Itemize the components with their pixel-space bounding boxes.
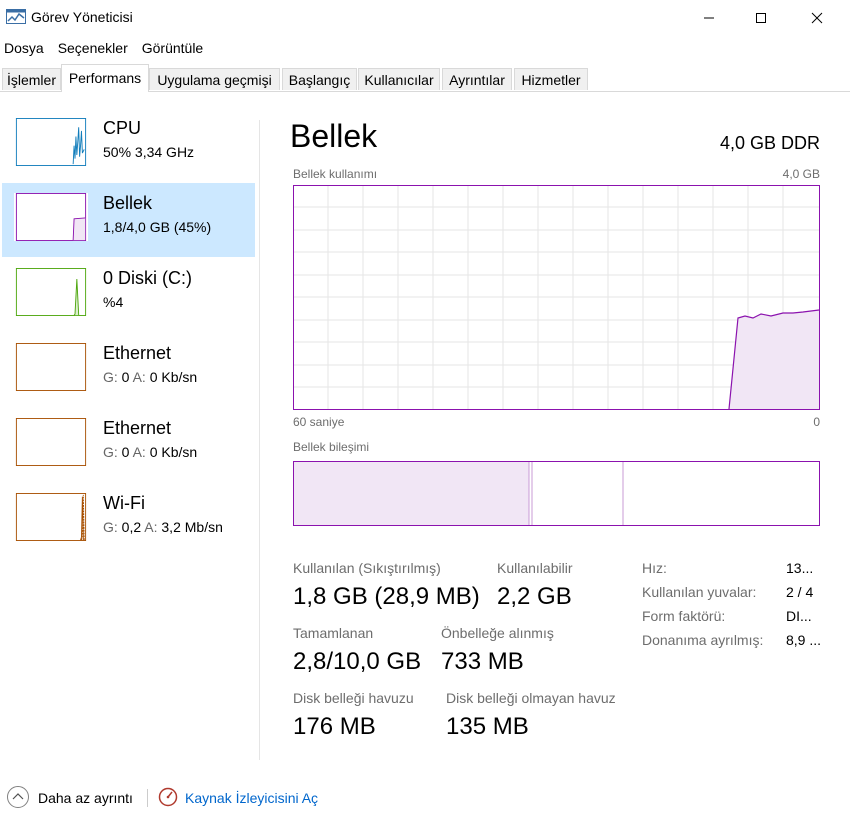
tab-details[interactable]: Ayrıntılar [442,68,512,90]
sidebar-item-title: 0 Diski (C:) [103,268,192,288]
cached-label: Önbelleğe alınmış [441,625,554,641]
sidebar-item-subtitle: G: 0,2 A: 3,2 Mb/sn [103,519,223,535]
paged-pool-value: 176 MB [293,713,376,740]
tab-services[interactable]: Hizmetler [514,68,588,90]
open-resource-monitor-link[interactable]: Kaynak İzleyicisini Aç [185,790,318,806]
sidebar-item-wifi[interactable]: Wi-Fi G: 0,2 A: 3,2 Mb/sn [2,483,255,557]
ethernet-thumbnail-graph [14,418,88,466]
maximize-icon [756,12,766,23]
menu-view[interactable]: Görüntüle [138,38,207,60]
menu-options[interactable]: Seçenekler [54,38,132,60]
composition-label: Bellek bileşimi [293,440,370,454]
available-label: Kullanılabilir [497,560,573,576]
sidebar-item-title: Ethernet [103,418,172,438]
sidebar-item-disk[interactable]: 0 Diski (C:) %4 [2,258,255,332]
receive-label: G: [103,444,118,460]
slots-value: 2 / 4 [786,584,814,600]
disk-thumbnail-graph [14,268,88,316]
in-use-label: Kullanılan (Sıkıştırılmış) [293,560,441,576]
cpu-thumbnail-graph [14,118,88,166]
window-title: Görev Yöneticisi [31,9,133,25]
memory-usage-graph [293,185,820,410]
page-title: Bellek [290,118,378,154]
hardware-reserved-label: Donanıma ayrılmış: [642,632,764,648]
speed-value: 13... [786,560,814,576]
speed-label: Hız: [642,560,667,576]
sidebar-item-subtitle: 50% 3,34 GHz [103,144,195,160]
usage-graph-max: 4,0 GB [782,167,820,181]
form-factor-value: DI... [786,608,812,624]
title-bar: Görev Yöneticisi [0,0,850,35]
sidebar-item-subtitle: 1,8/4,0 GB (45%) [103,219,212,235]
sidebar-item-title: Wi-Fi [103,493,145,513]
sidebar-item-subtitle: %4 [103,294,124,310]
sidebar-item-memory[interactable]: Bellek 1,8/4,0 GB (45%) [2,183,255,257]
menu-bar: Dosya Seçenekler Görüntüle [0,38,213,60]
footer-separator [147,789,148,807]
maximize-button[interactable] [738,0,784,35]
close-button[interactable] [794,0,840,35]
resource-monitor-icon [158,787,178,807]
sidebar-item-subtitle: G: 0 A: 0 Kb/sn [103,369,197,385]
send-label: A: [144,519,158,535]
receive-value: 0 [121,444,130,460]
send-label: A: [132,369,146,385]
chevron-up-circle-icon[interactable] [6,785,30,809]
usage-graph-label: Bellek kullanımı [293,167,378,181]
minimize-icon [704,17,714,18]
memory-composition-bar[interactable] [293,461,820,526]
committed-label: Tamamlanan [293,625,374,641]
memory-thumbnail-graph [14,193,88,241]
tab-app-history[interactable]: Uygulama geçmişi [149,68,280,90]
cached-value: 733 MB [441,648,524,675]
close-icon [811,12,823,23]
nonpaged-pool-label: Disk belleği olmayan havuz [446,690,616,706]
performance-sidebar: CPU 50% 3,34 GHz Bellek 1,8/4,0 GB (45%)… [0,108,258,758]
send-label: A: [132,444,146,460]
sidebar-item-cpu[interactable]: CPU 50% 3,34 GHz [2,108,255,182]
time-axis-label: 60 saniye [293,415,345,429]
receive-label: G: [103,519,118,535]
paged-pool-label: Disk belleği havuzu [293,690,414,706]
minimize-button[interactable] [686,0,732,35]
hardware-reserved-value: 8,9 ... [786,632,822,648]
receive-label: G: [103,369,118,385]
sidebar-item-title: Ethernet [103,343,172,363]
tab-users[interactable]: Kullanıcılar [358,68,440,90]
sidebar-item-title: CPU [103,118,142,138]
send-value: 3,2 Mb/sn [161,519,223,535]
form-factor-label: Form faktörü: [642,608,726,624]
send-value: 0 Kb/sn [149,444,198,460]
ethernet-thumbnail-graph [14,343,88,391]
tab-performance[interactable]: Performans [61,64,149,92]
sidebar-item-title: Bellek [103,193,153,213]
receive-value: 0 [121,369,130,385]
available-value: 2,2 GB [497,583,572,610]
fewer-details-button[interactable]: Daha az ayrıntı [38,790,133,806]
tab-processes[interactable]: İşlemler [2,68,61,90]
menu-file[interactable]: Dosya [0,38,48,60]
send-value: 0 Kb/sn [149,369,198,385]
receive-value: 0,2 [121,519,142,535]
sidebar-divider [259,120,260,760]
memory-type: 4,0 GB DDR [719,133,820,153]
slots-label: Kullanılan yuvalar: [642,584,757,600]
wifi-thumbnail-graph [14,493,88,541]
task-manager-icon [6,9,26,24]
in-use-value: 1,8 GB (28,9 MB) [293,583,480,610]
time-axis-zero: 0 [813,415,820,429]
sidebar-item-subtitle: G: 0 A: 0 Kb/sn [103,444,197,460]
committed-value: 2,8/10,0 GB [293,648,422,675]
nonpaged-pool-value: 135 MB [446,713,529,740]
sidebar-item-ethernet-1[interactable]: Ethernet G: 0 A: 0 Kb/sn [2,333,255,407]
tab-startup[interactable]: Başlangıç [282,68,357,90]
sidebar-item-ethernet-2[interactable]: Ethernet G: 0 A: 0 Kb/sn [2,408,255,482]
